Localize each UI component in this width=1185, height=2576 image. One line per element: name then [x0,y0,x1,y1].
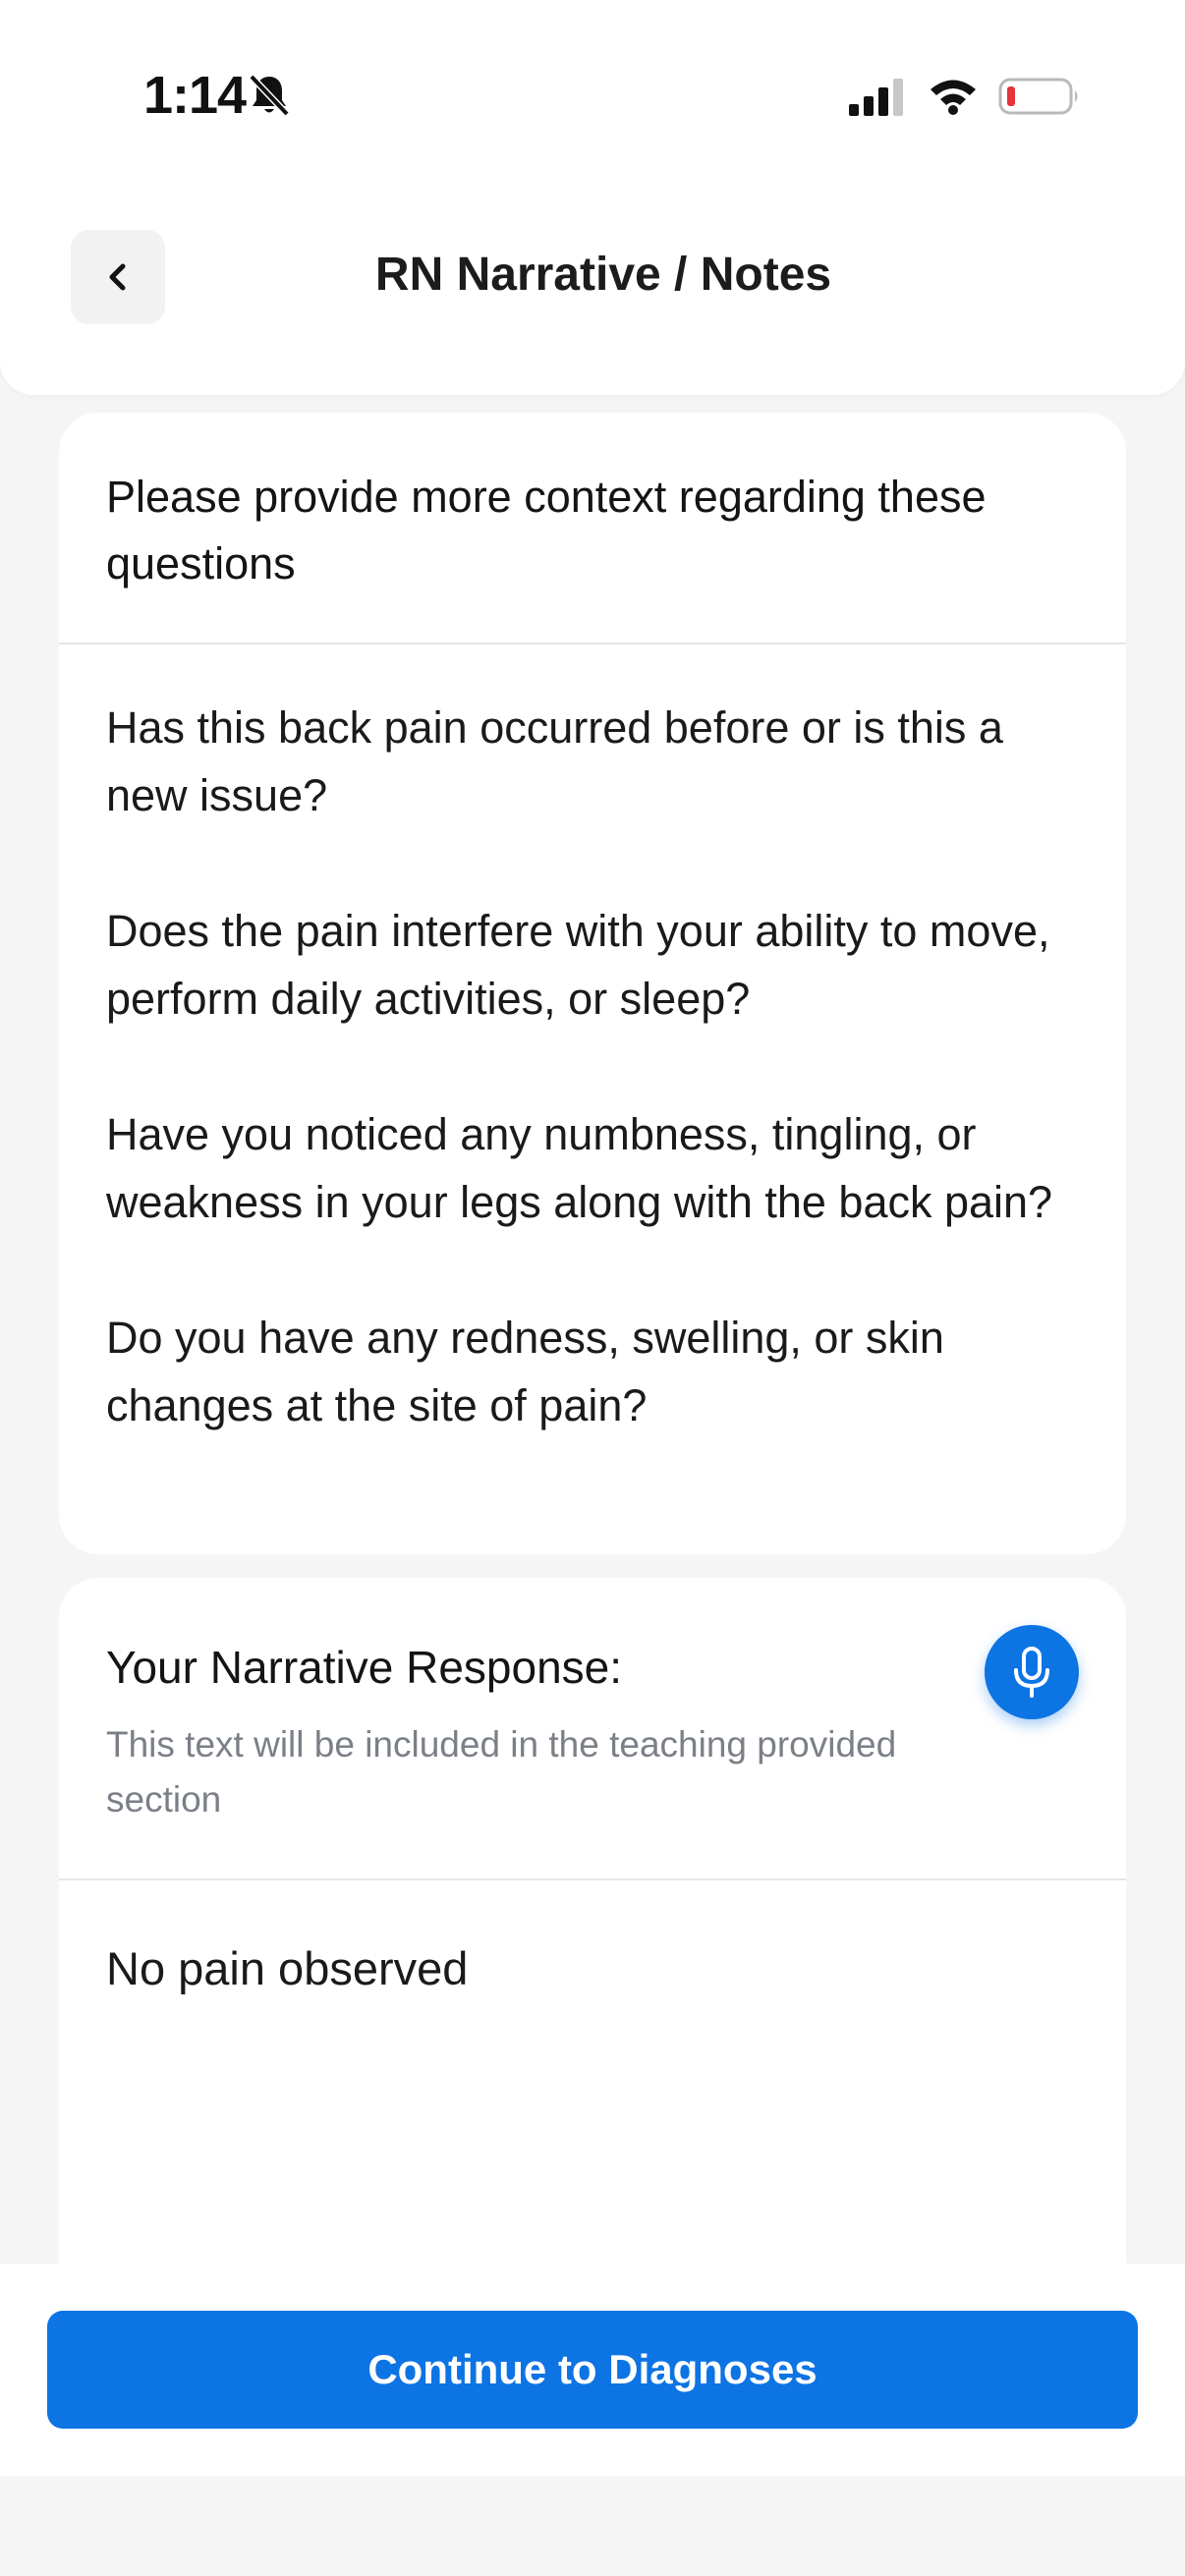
response-header: Your Narrative Response: This text will … [59,1578,1126,1880]
context-heading: Please provide more context regarding th… [59,413,1126,644]
battery-low-icon [998,78,1078,115]
page-title: RN Narrative / Notes [374,249,832,301]
question-item: Have you noticed any numbness, tingling,… [106,1109,1053,1227]
bottom-bar: Continue to Diagnoses [0,2264,1185,2476]
bell-slash-icon [249,74,290,117]
question-item: Has this back pain occurred before or is… [106,702,1003,820]
continue-to-diagnoses-button[interactable]: Continue to Diagnoses [47,2311,1138,2429]
question-item: Do you have any redness, swelling, or sk… [106,1313,944,1430]
microphone-icon [1014,1647,1049,1698]
response-title: Your Narrative Response: [106,1642,623,1693]
question-item: Does the pain interfere with your abilit… [106,906,1050,1024]
top-bar: 1:14 RN Narrative / Notes [0,0,1185,395]
narrative-input[interactable]: No pain observed [59,1880,1126,1995]
signal-icon [849,79,903,116]
screen: 1:14 RN Narrative / Notes Please provide… [0,0,1185,2576]
question-list: Has this back pain occurred before or is… [59,644,1126,1439]
response-subtitle: This text will be included in the teachi… [106,1724,897,1820]
narrative-response-card: Your Narrative Response: This text will … [59,1578,1126,2266]
wifi-icon [931,80,976,115]
voice-input-button[interactable] [985,1625,1079,1719]
status-time: 1:14 [143,66,247,125]
context-card: Please provide more context regarding th… [59,413,1126,1554]
